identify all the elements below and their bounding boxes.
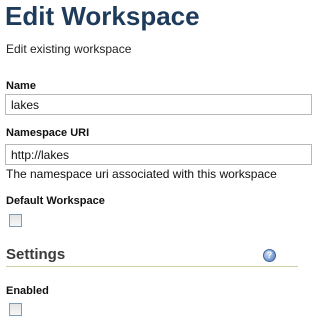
namespace-uri-input[interactable] (5, 144, 312, 165)
default-workspace-checkbox[interactable] (9, 214, 22, 227)
namespace-uri-help-text: The namespace uri associated with this w… (6, 167, 277, 181)
default-workspace-label: Default Workspace (6, 195, 105, 207)
enabled-checkbox[interactable] (9, 303, 22, 316)
enabled-label: Enabled (6, 285, 49, 297)
question-icon[interactable]: ? (263, 249, 276, 262)
page-title: Edit Workspace (5, 1, 200, 31)
name-input[interactable] (5, 94, 312, 115)
namespace-uri-label: Namespace URI (6, 127, 90, 139)
settings-heading: Settings (6, 246, 66, 263)
name-label: Name (6, 80, 36, 92)
page-description: Edit existing workspace (6, 42, 132, 56)
settings-divider (6, 266, 298, 267)
